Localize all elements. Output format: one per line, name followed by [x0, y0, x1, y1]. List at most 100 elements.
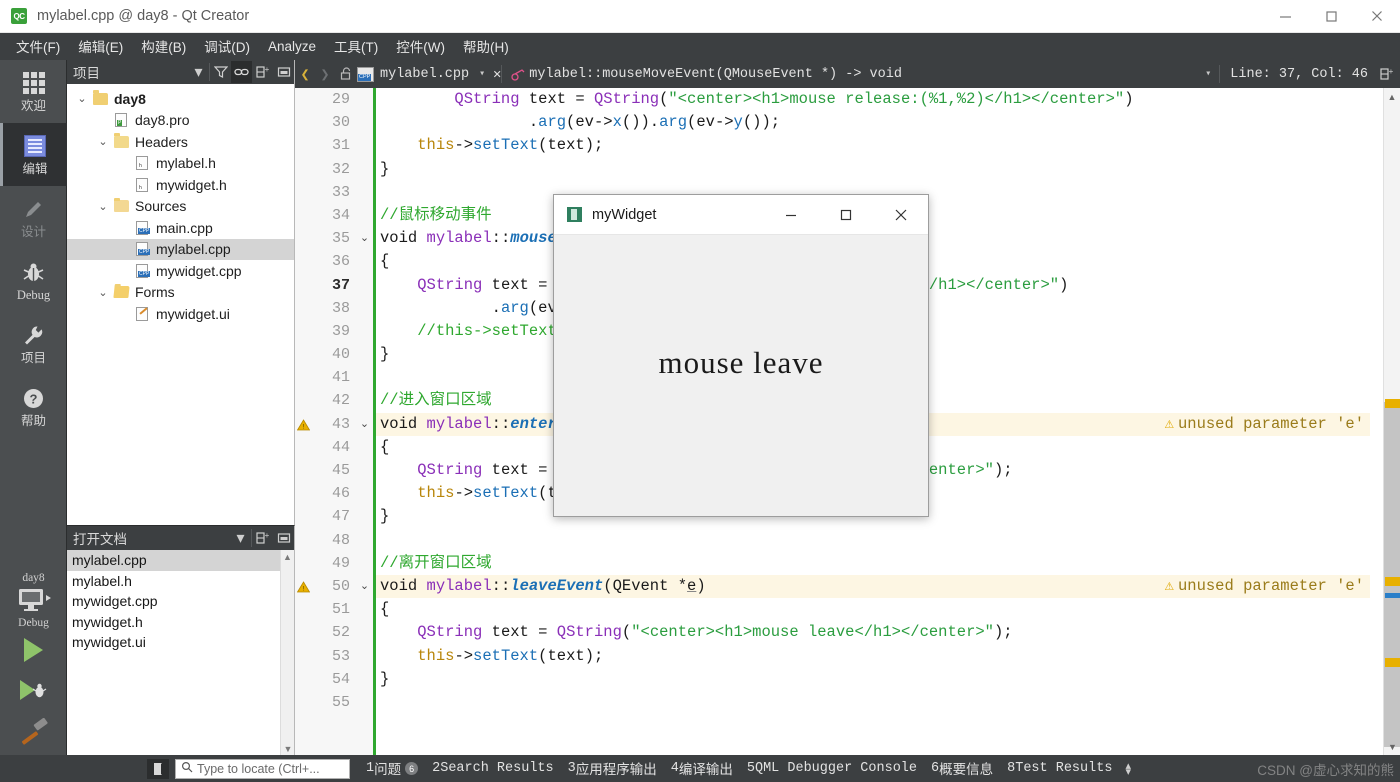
fold-toggle-icon[interactable]: ⌄ [356, 575, 373, 598]
maximize-icon[interactable] [1308, 0, 1354, 33]
warning-marker-icon[interactable]: ! [297, 419, 310, 431]
code-line[interactable]: QString text = QString("<center><h1>mous… [376, 88, 1370, 111]
warning-marker-icon[interactable]: ! [297, 581, 310, 593]
mode-edit[interactable]: 编辑 [0, 123, 67, 186]
code-line[interactable]: this->setText(text); [376, 134, 1370, 157]
tree-item-mywidget-cpp[interactable]: ·CPP mywidget.cpp [67, 260, 294, 282]
minimize-panel-icon[interactable] [273, 527, 294, 549]
unlocked-icon[interactable] [335, 67, 357, 81]
scroll-down-icon[interactable]: ▼ [281, 742, 295, 756]
tree-item-day8[interactable]: ⌄ day8 [67, 88, 294, 110]
scrollbar-thumb[interactable] [1384, 402, 1400, 747]
editor-fold-column[interactable]: ⌄ ⌄ ⌄ [356, 88, 373, 755]
editor-warning-markers[interactable]: !! [295, 88, 312, 755]
menu-tools[interactable]: 工具(T) [325, 33, 387, 60]
split-editor-icon[interactable]: + [1378, 67, 1400, 81]
mywidget-popup-window[interactable]: myWidget mouse leave [553, 194, 929, 517]
menu-help[interactable]: 帮助(H) [454, 33, 518, 60]
open-document-mylabel-h[interactable]: mylabel.h [67, 571, 294, 592]
minimize-panel-icon[interactable] [273, 61, 294, 83]
code-line[interactable]: this->setText(text); [376, 645, 1370, 668]
chevron-down-icon[interactable]: ⌄ [94, 200, 112, 213]
tree-item-day8-pro[interactable]: ·Pday8.pro [67, 110, 294, 132]
code-line[interactable]: void mylabel::leaveEvent(QEvent *e) ⚠ unus… [376, 574, 1370, 599]
code-line[interactable]: { [376, 598, 1370, 621]
code-line[interactable]: //离开窗口区域 [376, 552, 1370, 575]
output-pane-buttons[interactable]: 1 问题 6 2 Search Results 3 应用程序输出 4 编译输出 5 QML… [359, 758, 1119, 779]
code-line[interactable]: } [376, 668, 1370, 691]
tree-item-mylabel-h[interactable]: ·h mylabel.h [67, 153, 294, 175]
filter-icon[interactable] [210, 61, 231, 83]
open-document-mylabel-cpp[interactable]: mylabel.cpp [67, 550, 294, 571]
tree-item-mywidget-ui[interactable]: · mywidget.ui [67, 303, 294, 325]
code-line[interactable]: QString text = QString("<center><h1>mous… [376, 621, 1370, 644]
tree-item-Headers[interactable]: ⌄ Headers [67, 131, 294, 153]
mode-design[interactable]: 设计 [0, 186, 67, 249]
toggle-sidebar-icon[interactable] [147, 758, 169, 779]
chevron-down-icon[interactable]: ⌄ [94, 286, 112, 299]
build-button[interactable] [0, 709, 67, 755]
output-pane-button[interactable]: 6 概要信息 [924, 758, 1000, 779]
output-pane-button[interactable]: 8 Test Results [1000, 761, 1119, 776]
fold-toggle-icon[interactable]: ⌄ [356, 227, 373, 250]
minimize-icon[interactable] [763, 195, 818, 235]
link-icon[interactable] [231, 61, 252, 83]
minimize-icon[interactable] [1262, 0, 1308, 33]
monitor-icon[interactable] [0, 586, 67, 616]
add-split-icon[interactable]: + [252, 61, 273, 83]
close-icon[interactable] [1354, 0, 1400, 33]
tree-item-mylabel-cpp[interactable]: ·CPP mylabel.cpp [67, 238, 294, 260]
open-document-mywidget-cpp[interactable]: mywidget.cpp [67, 591, 294, 612]
scroll-up-icon[interactable]: ▲ [281, 550, 294, 564]
debug-button[interactable] [0, 671, 67, 709]
menu-window[interactable]: 控件(W) [387, 33, 454, 60]
editor-scrollbar[interactable]: ▲ ▼ [1383, 88, 1400, 755]
output-pane-updown-icon[interactable]: ▴ ▾ [1125, 760, 1131, 777]
chevron-down-icon[interactable]: ▾ [188, 61, 209, 83]
output-pane-button[interactable]: 5 QML Debugger Console [740, 761, 924, 776]
menu-build[interactable]: 构建(B) [132, 33, 195, 60]
mode-projects[interactable]: 项目 [0, 312, 67, 375]
run-button[interactable] [0, 629, 67, 671]
mode-debug[interactable]: Debug [0, 249, 67, 312]
chevron-down-icon[interactable]: ▾ [1205, 68, 1211, 80]
menu-file[interactable]: 文件(F) [7, 33, 69, 60]
close-icon[interactable]: ✕ [493, 66, 501, 83]
fold-toggle-icon[interactable]: ⌄ [356, 413, 373, 436]
output-pane-button[interactable]: 3 应用程序输出 [561, 758, 664, 779]
menu-edit[interactable]: 编辑(E) [69, 33, 132, 60]
output-pane-button[interactable]: 4 编译输出 [664, 758, 740, 779]
open-document-mywidget-h[interactable]: mywidget.h [67, 612, 294, 633]
output-pane-button[interactable]: 2 Search Results [425, 761, 561, 776]
tree-item-Sources[interactable]: ⌄ Sources [67, 196, 294, 218]
mode-welcome[interactable]: 欢迎 [0, 60, 67, 123]
maximize-icon[interactable] [818, 195, 873, 235]
tree-item-Forms[interactable]: ⌄ Forms [67, 282, 294, 304]
menu-debug[interactable]: 调试(D) [195, 33, 259, 60]
chevron-down-icon[interactable]: ▾ [230, 527, 251, 549]
code-line[interactable]: .arg(ev->x()).arg(ev->y()); [376, 111, 1370, 134]
chevron-left-icon[interactable]: ❮ [295, 65, 315, 84]
chevron-right-icon[interactable]: ❯ [315, 65, 335, 84]
file-combo[interactable]: mylabel.cpp ▾ [357, 66, 493, 82]
code-line[interactable] [376, 691, 1370, 714]
tree-item-mywidget-h[interactable]: ·h mywidget.h [67, 174, 294, 196]
scroll-down-icon[interactable]: ▼ [1384, 738, 1400, 755]
open-document-mywidget-ui[interactable]: mywidget.ui [67, 632, 294, 653]
symbol-combo[interactable]: mylabel::mouseMoveEvent(QMouseEvent *) -… [529, 67, 902, 82]
add-split-icon[interactable]: + [252, 527, 273, 549]
locator-input[interactable]: Type to locate (Ctrl+... [175, 758, 350, 779]
mode-help[interactable]: ? 帮助 [0, 375, 67, 438]
output-pane-button[interactable]: 1 问题 6 [359, 758, 425, 779]
close-icon[interactable] [873, 195, 928, 235]
menu-analyze[interactable]: Analyze [259, 36, 325, 58]
code-line[interactable] [376, 529, 1370, 552]
chevron-down-icon[interactable]: ▾ [479, 68, 485, 80]
chevron-down-icon[interactable]: ⌄ [73, 92, 91, 105]
project-tree[interactable]: ⌄day8·Pday8.pro⌄Headers·hmylabel.h·hmywi… [67, 84, 294, 525]
open-documents-scrollbar[interactable]: ▲ ▼ [280, 550, 294, 756]
code-line[interactable]: } [376, 158, 1370, 181]
tree-item-main-cpp[interactable]: ·CPP main.cpp [67, 217, 294, 239]
open-documents-list[interactable]: mylabel.cpp mylabel.h mywidget.cpp mywidget… [67, 550, 294, 756]
chevron-down-icon[interactable]: ⌄ [94, 135, 112, 148]
